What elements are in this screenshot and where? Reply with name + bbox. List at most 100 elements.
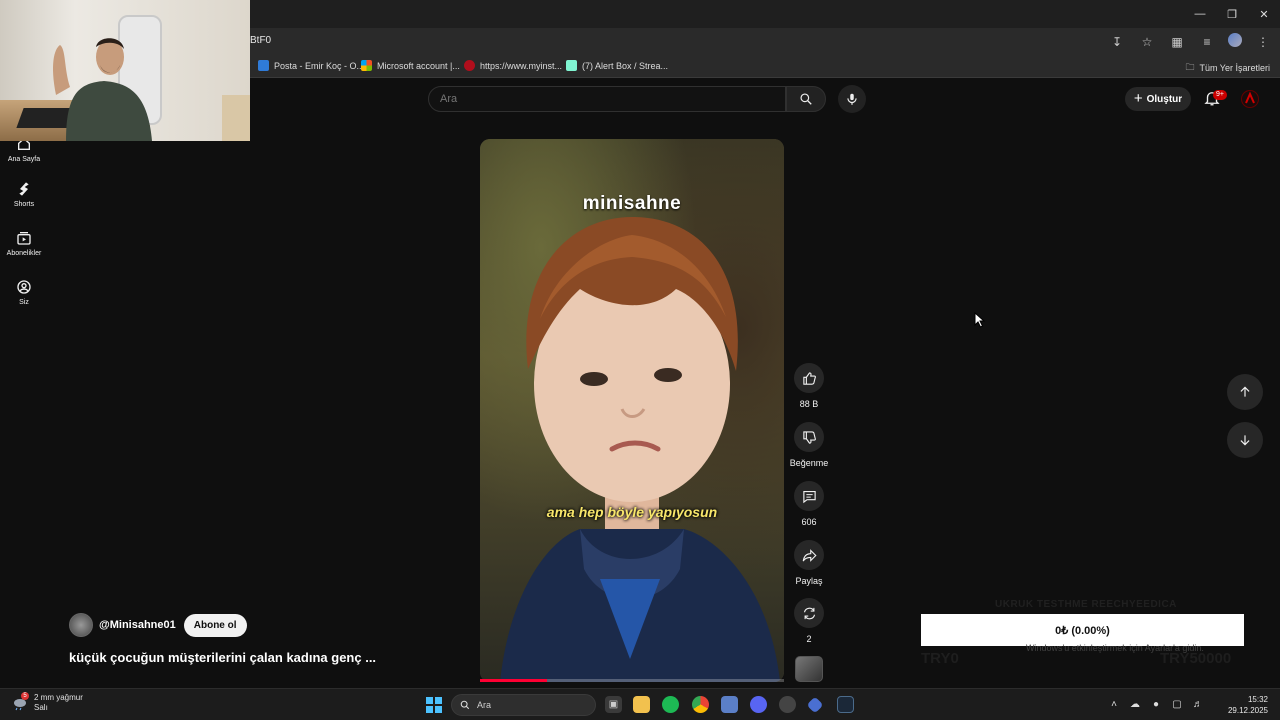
arrow-down-icon <box>1240 435 1250 446</box>
channel-avatar[interactable] <box>69 613 93 637</box>
short-video-player[interactable]: minisahne ama hep böyle yapıyosun <box>480 139 784 682</box>
remix-icon <box>803 607 815 619</box>
share-circle <box>794 540 824 570</box>
bookmark-streamlabs[interactable]: (7) Alert Box / Strea... <box>566 60 668 71</box>
weather-day: Salı <box>34 703 48 712</box>
video-progress-bar[interactable] <box>480 679 784 682</box>
file-explorer-icon[interactable] <box>633 696 650 713</box>
video-subtitle: ama hep böyle yapıyosun <box>546 504 718 520</box>
app-icon[interactable] <box>721 696 738 713</box>
chrome-icon[interactable] <box>692 696 709 713</box>
voice-search-button[interactable] <box>838 85 866 113</box>
shorts-icon <box>19 182 29 196</box>
install-app-icon[interactable]: ↧ <box>1108 33 1126 51</box>
channel-name[interactable]: @Minisahne01 <box>99 619 176 631</box>
microphone-icon <box>847 93 857 105</box>
thumbs-up-icon <box>802 371 816 385</box>
bookmark-label: Microsoft account |... <box>377 60 460 71</box>
volume-icon[interactable]: ♬ <box>1192 698 1204 710</box>
share-button[interactable]: Paylaş <box>788 540 830 586</box>
clock-time: 15:32 <box>1247 695 1268 704</box>
bookmark-label: (7) Alert Box / Strea... <box>582 60 669 71</box>
bookmark-outlook[interactable]: Posta - Emir Koç - O... <box>258 60 364 71</box>
window-controls: — ❐ ✕ <box>1184 0 1280 28</box>
search-input[interactable] <box>429 87 785 111</box>
bookmark-star-icon[interactable]: ☆ <box>1138 33 1156 51</box>
microsoft-icon <box>361 60 372 71</box>
steam-icon[interactable] <box>837 696 854 713</box>
account-icon <box>17 280 31 294</box>
bookmark-label: https://www.myinst... <box>480 60 563 71</box>
video-progress-fill <box>480 679 547 682</box>
microphone-icon[interactable]: ● <box>1150 698 1162 710</box>
sidebar-item-subscriptions[interactable]: Abonelikler <box>0 230 48 257</box>
screen: — ❐ ✕ BtF0 ↧ ☆ ▦ ≡ ⋮ Posta - Emir Koç - … <box>0 0 1280 720</box>
obs-icon[interactable] <box>779 696 796 713</box>
bookmark-microsoft[interactable]: Microsoft account |... <box>361 60 460 71</box>
outlook-icon <box>258 60 269 71</box>
chevron-up-icon[interactable]: ˄ <box>1108 698 1120 710</box>
onedrive-icon[interactable]: ☁ <box>1129 698 1141 710</box>
bookmark-myinstants[interactable]: https://www.myinst... <box>464 60 562 71</box>
media-controls-icon[interactable]: ≡ <box>1198 33 1216 51</box>
sidebar-item-label: Siz <box>19 299 29 306</box>
account-avatar[interactable] <box>1241 90 1259 108</box>
subscribe-button[interactable]: Abone ol <box>183 613 247 637</box>
search-icon <box>460 700 470 710</box>
restore-icon[interactable]: ❐ <box>1216 0 1248 28</box>
all-bookmarks-label: Tüm Yer İşaretleri <box>1199 63 1270 73</box>
remix-count: 2 <box>806 634 812 644</box>
remix-circle <box>794 598 824 628</box>
task-view-icon[interactable]: ▣ <box>605 696 622 713</box>
donation-goal-title: UKRUK TESTHME REECHYEEDICA <box>995 599 1177 610</box>
bookmark-label: Posta - Emir Koç - O... <box>274 60 365 71</box>
spotify-icon[interactable] <box>662 696 679 713</box>
network-icon[interactable]: ▢ <box>1171 698 1183 710</box>
weather-text: 2 mm yağmur Salı <box>34 693 83 713</box>
video-frame-child <box>500 217 780 682</box>
webcam-overlay <box>0 0 250 141</box>
channel-thumbnail[interactable] <box>795 656 823 682</box>
weather-widget[interactable]: 5 2 mm yağmur Salı <box>12 692 83 713</box>
sidebar-item-label: Shorts <box>13 201 35 208</box>
sidebar-item-you[interactable]: Siz <box>0 279 48 306</box>
taskbar-clock[interactable]: 15:32 29.12.2025 <box>1228 694 1268 716</box>
system-tray: ˄ ☁ ● ▢ ♬ <box>1108 698 1204 710</box>
channel-logo-icon <box>1245 91 1255 104</box>
windows-taskbar: 5 2 mm yağmur Salı Ara ▣ ˄ ☁ ● ▢ ♬ 15:32… <box>0 688 1280 720</box>
short-title[interactable]: küçük çocuğun müşterilerini çalan kadına… <box>69 650 376 665</box>
search-button[interactable] <box>786 86 826 112</box>
arrow-up-icon <box>1240 386 1250 397</box>
webcam-shelf <box>222 95 250 141</box>
dislike-circle <box>794 422 824 452</box>
windows-start-icon[interactable] <box>426 697 442 713</box>
create-button[interactable]: + Oluştur <box>1125 87 1191 111</box>
folder-icon: 🗀 <box>1185 62 1195 72</box>
donation-current: TRY0 <box>921 650 959 667</box>
profile-avatar[interactable] <box>1228 33 1242 47</box>
sidebar-item-shorts[interactable]: Shorts <box>0 181 48 208</box>
mouse-cursor-icon <box>974 312 986 328</box>
all-bookmarks[interactable]: 🗀 Tüm Yer İşaretleri <box>1185 60 1270 76</box>
close-icon[interactable]: ✕ <box>1248 0 1280 28</box>
taskbar-search[interactable]: Ara <box>451 694 596 716</box>
like-button[interactable]: 88 B <box>788 363 830 409</box>
dislike-button[interactable]: Beğenme <box>788 422 830 468</box>
windows-activation-notice: Windows'u etkinleştirmek için Ayarlar'a … <box>1026 643 1204 653</box>
next-short-button[interactable] <box>1227 422 1263 458</box>
app-icon-diamond[interactable] <box>806 696 824 714</box>
more-menu-icon[interactable]: ⋮ <box>1254 33 1272 51</box>
discord-icon[interactable] <box>750 696 767 713</box>
streamlabs-icon <box>566 60 577 71</box>
previous-short-button[interactable] <box>1227 374 1263 410</box>
extensions-icon[interactable]: ▦ <box>1168 33 1186 51</box>
minimize-icon[interactable]: — <box>1184 0 1216 28</box>
address-bar[interactable]: BtF0 <box>250 35 271 46</box>
like-count: 88 B <box>799 399 819 409</box>
thumbs-down-icon <box>802 430 816 444</box>
remix-button[interactable]: 2 <box>788 598 830 644</box>
weather-badge: 5 <box>21 692 29 700</box>
dislike-label: Beğenme <box>789 458 829 468</box>
comments-button[interactable]: 606 <box>788 481 830 527</box>
comments-circle <box>794 481 824 511</box>
